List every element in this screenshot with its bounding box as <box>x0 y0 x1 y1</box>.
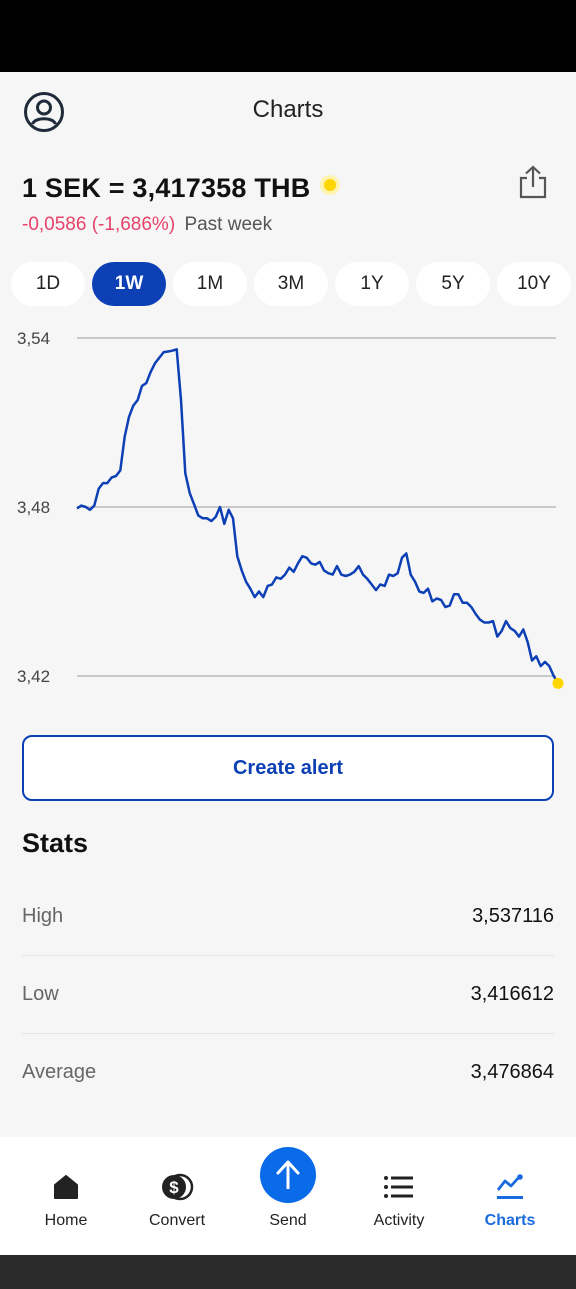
convert-icon: $ <box>157 1167 197 1207</box>
nav-send[interactable]: Send <box>233 1137 343 1255</box>
tab-1y[interactable]: 1Y <box>335 262 409 306</box>
chart-svg: 3,54 3,48 3,42 <box>17 329 564 689</box>
change-value: -0,0586 (-1,686%) <box>22 214 176 235</box>
nav-label: Send <box>269 1212 307 1229</box>
stat-label: Average <box>22 1060 97 1083</box>
activity-icon <box>379 1167 419 1207</box>
period-selector: 1D 1W 1M 3M 1Y 5Y 10Y <box>11 262 571 306</box>
nav-label: Convert <box>148 1212 206 1229</box>
stat-row-high: High 3,537116 <box>22 877 554 955</box>
stat-value: 3,416612 <box>470 982 554 1005</box>
nav-label: Activity <box>373 1212 425 1229</box>
home-icon <box>46 1167 86 1207</box>
nav-charts[interactable]: Charts <box>455 1137 565 1255</box>
app-header: Charts <box>0 72 576 150</box>
create-alert-button[interactable]: Create alert <box>22 735 554 801</box>
nav-convert[interactable]: $ Convert <box>122 1137 232 1255</box>
rate-chart[interactable]: 3,54 3,48 3,42 <box>0 318 576 698</box>
tab-1d[interactable]: 1D <box>11 262 85 306</box>
page-title: Charts <box>252 96 324 123</box>
exchange-rate: 1 SEK = 3,417358 THB <box>22 172 311 203</box>
live-indicator <box>324 179 337 191</box>
nav-activity[interactable]: Activity <box>344 1137 454 1255</box>
rate-row: 1 SEK = 3,417358 THB <box>22 170 337 206</box>
stat-value: 3,537116 <box>472 904 554 927</box>
nav-label: Charts <box>484 1212 536 1229</box>
nav-label: Home <box>44 1212 88 1229</box>
stat-label: Low <box>22 982 59 1005</box>
y-tick-label: 3,42 <box>17 667 50 686</box>
current-rate-marker <box>552 677 564 689</box>
nav-home[interactable]: Home <box>11 1137 121 1255</box>
bottom-nav: Home $ Convert Send Activity Charts <box>0 1137 576 1255</box>
stat-row-average: Average 3,476864 <box>22 1033 554 1111</box>
svg-text:$: $ <box>169 1178 179 1197</box>
stat-label: High <box>22 904 64 927</box>
tab-10y[interactable]: 10Y <box>497 262 571 306</box>
tab-1m[interactable]: 1M <box>173 262 247 306</box>
change-period: Past week <box>184 214 273 235</box>
tab-3m[interactable]: 3M <box>254 262 328 306</box>
rate-series-line <box>76 348 560 684</box>
y-tick-label: 3,48 <box>17 498 50 517</box>
tab-1w[interactable]: 1W <box>92 262 166 306</box>
system-nav-bar <box>0 1255 576 1289</box>
send-icon <box>260 1147 316 1203</box>
stats-title: Stats <box>22 828 89 858</box>
y-tick-label: 3,54 <box>17 329 50 348</box>
status-bar <box>0 0 576 72</box>
stat-value: 3,476864 <box>470 1060 554 1083</box>
charts-icon <box>490 1167 530 1207</box>
stat-row-low: Low 3,416612 <box>22 955 554 1033</box>
tab-5y[interactable]: 5Y <box>416 262 490 306</box>
share-icon[interactable] <box>516 164 550 200</box>
rate-change: -0,0586 (-1,686%) Past week <box>22 214 272 236</box>
